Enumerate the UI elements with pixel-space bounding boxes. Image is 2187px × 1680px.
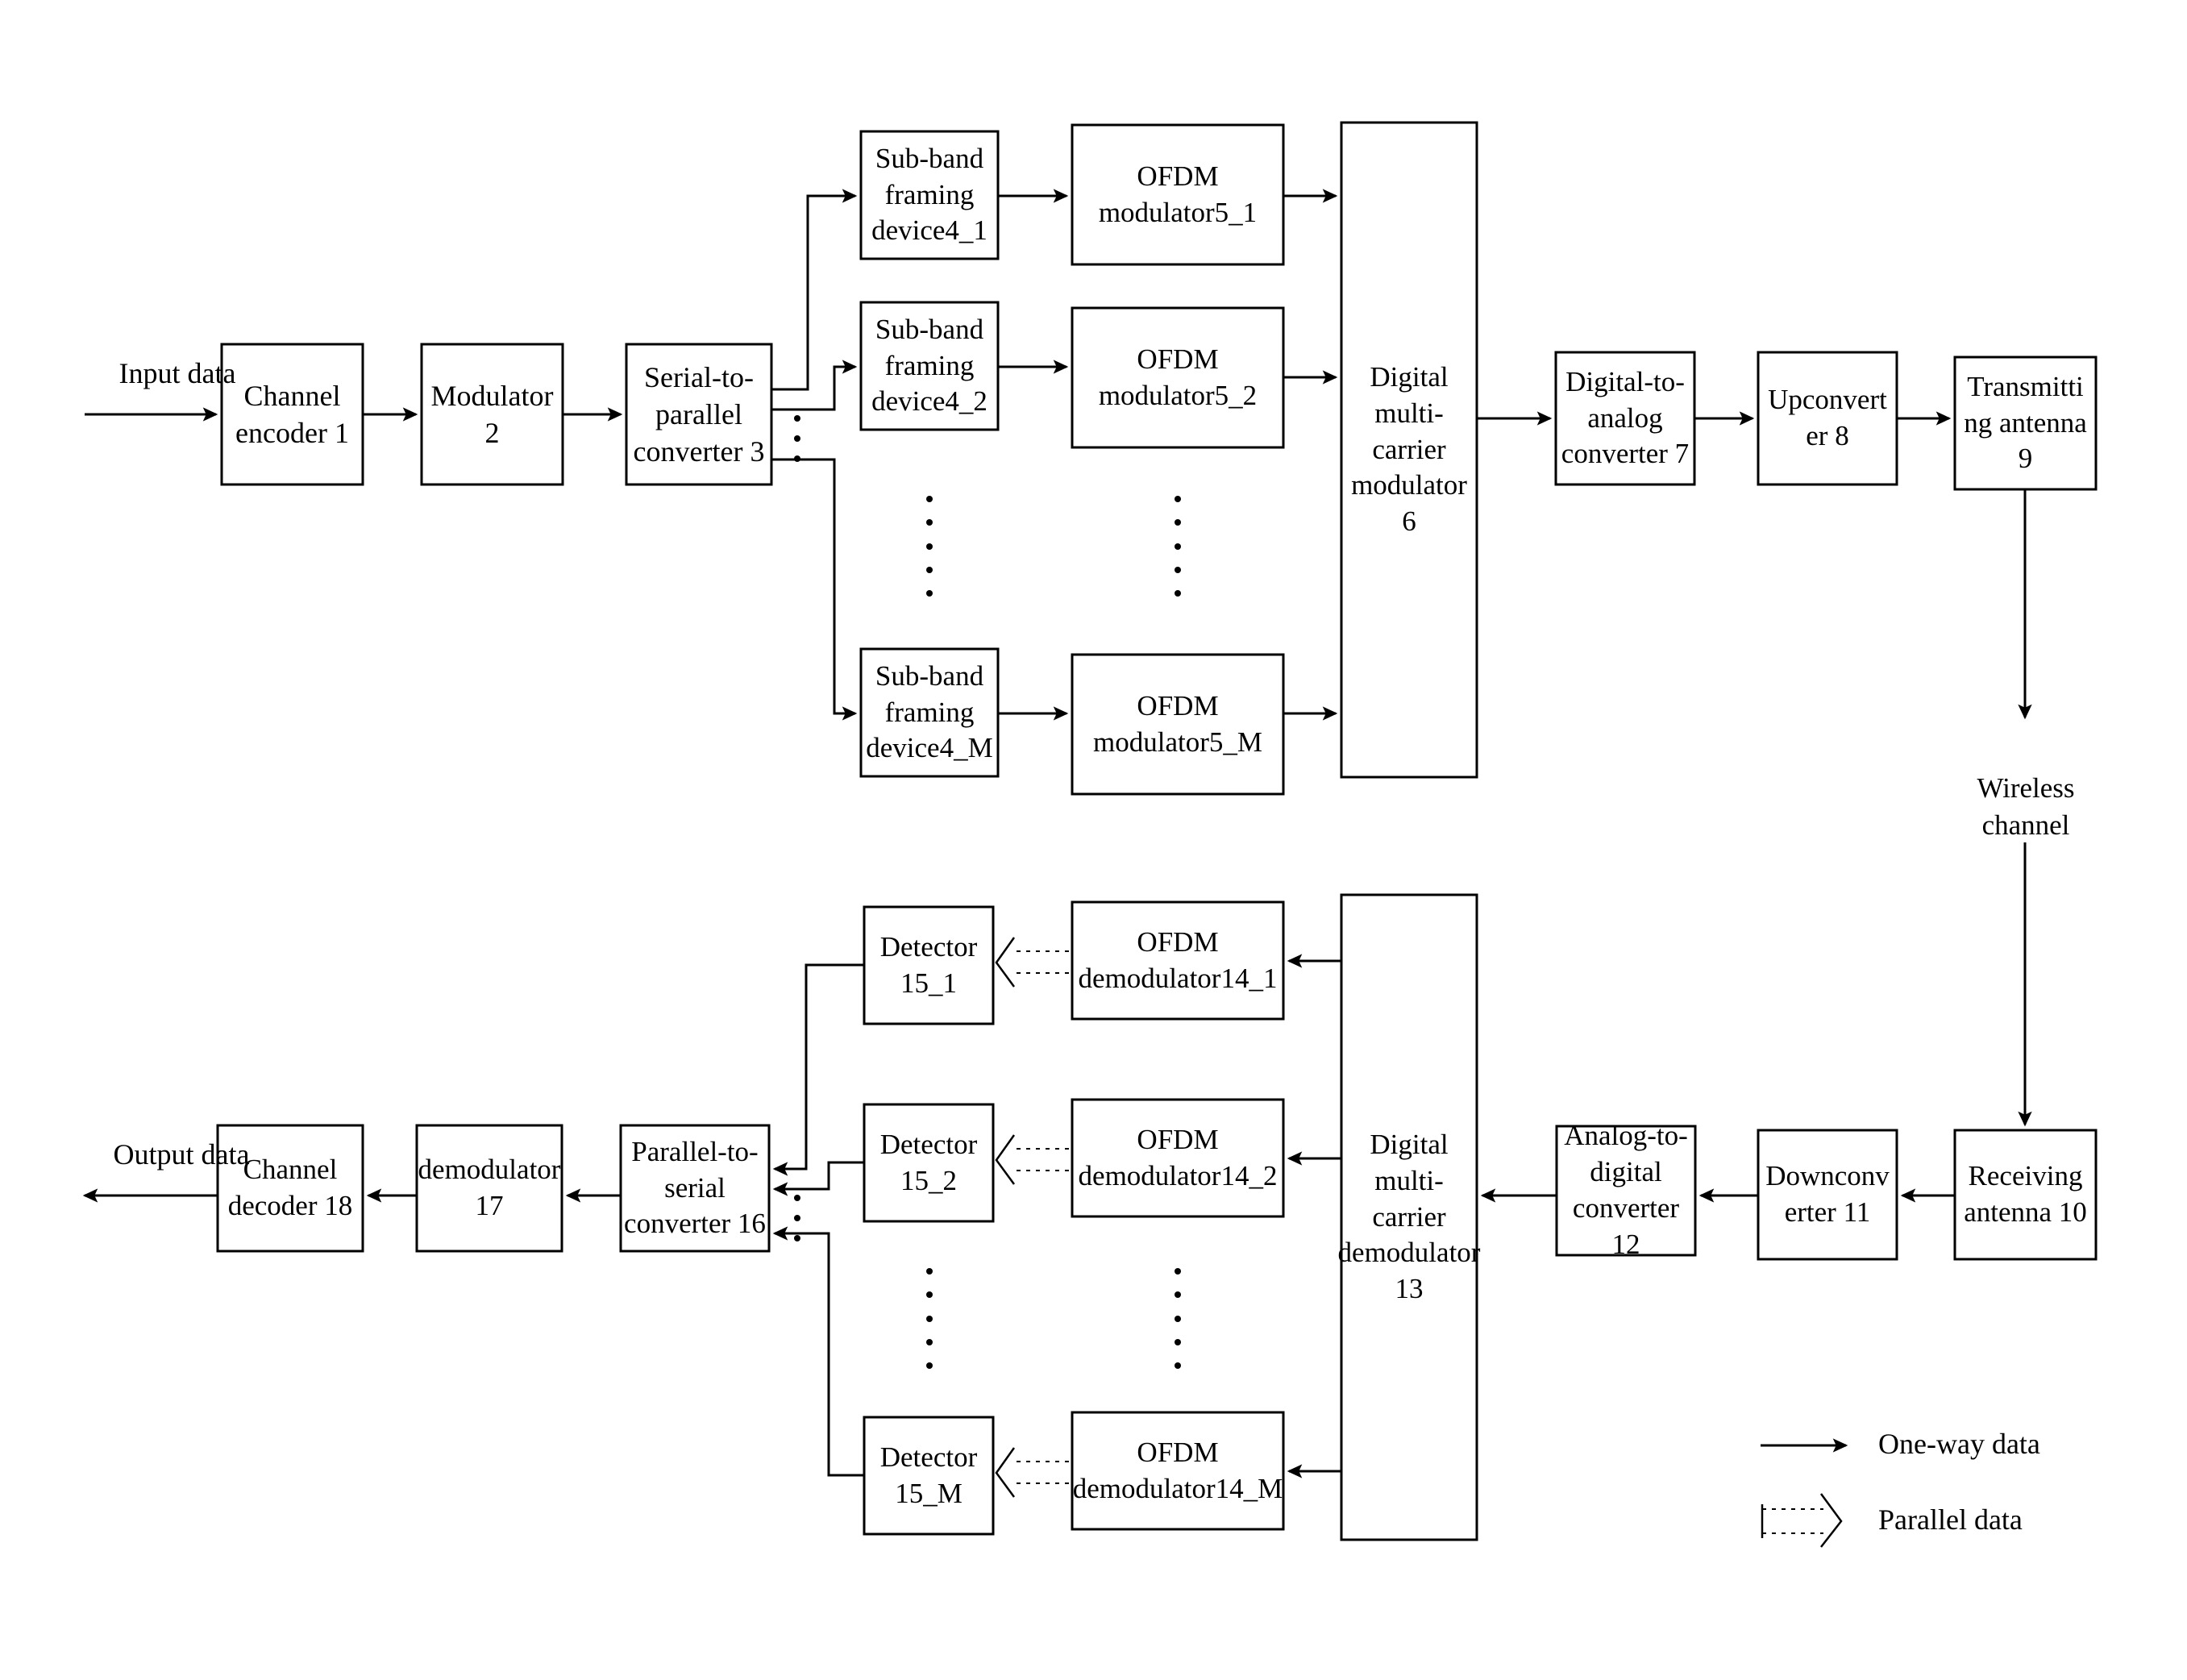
ellipsis-subband-column	[925, 496, 933, 597]
legend-one-way-data-label: One-way data	[1878, 1428, 2040, 1460]
box-sub-band-framing-device-4-1	[859, 130, 1000, 260]
box-outline-layer	[216, 121, 2098, 1541]
box-ofdm-demodulator-14-1	[1071, 900, 1285, 1021]
box-digital-multi-carrier-demodulator-13	[1340, 893, 1478, 1541]
box-receiving-antenna-10	[1953, 1129, 2098, 1261]
box-detector-15-2	[863, 1103, 995, 1223]
box-ofdm-demodulator-14-2	[1071, 1098, 1285, 1218]
wireless-channel-label: Wireless channel	[1977, 772, 2075, 841]
box-digital-multi-carrier-modulator-6	[1340, 121, 1478, 779]
box-demodulator-17	[415, 1124, 563, 1253]
ellipsis-detector-column	[925, 1268, 933, 1369]
box-analog-to-digital-converter-12	[1555, 1125, 1697, 1257]
block-diagram: Channel encoder 1 Modulator 2 Serial-to-para…	[0, 0, 2187, 1680]
box-parallel-to-serial-converter-16	[619, 1124, 771, 1253]
box-detector-15-m	[863, 1416, 995, 1536]
box-ofdm-modulator-5-2	[1071, 306, 1285, 449]
ellipsis-ofdm-modulator-column	[1174, 496, 1182, 597]
box-serial-to-parallel-converter-3	[625, 343, 773, 486]
box-sub-band-framing-device-4-2	[859, 301, 1000, 431]
box-ofdm-demodulator-14-m	[1071, 1411, 1285, 1531]
box-ofdm-modulator-5-m	[1071, 653, 1285, 796]
legend-parallel-data-label: Parallel data	[1878, 1503, 2023, 1536]
ellipsis-p2s-inputs	[793, 1195, 801, 1241]
output-data-label: Output data	[113, 1138, 250, 1171]
ellipsis-ofdm-demodulator-column	[1174, 1268, 1182, 1369]
ellipsis-s2p-outputs	[793, 415, 801, 462]
box-downconverter-11	[1757, 1129, 1898, 1261]
box-digital-to-analog-converter-7	[1554, 351, 1696, 486]
box-ofdm-modulator-5-1	[1071, 123, 1285, 266]
box-sub-band-framing-device-4-m	[859, 647, 1000, 778]
box-upconverter-8	[1757, 351, 1898, 486]
box-modulator-2	[420, 343, 564, 486]
input-data-label: Input data	[118, 357, 236, 389]
box-transmitting-antenna-9	[1953, 356, 2098, 491]
box-detector-15-1	[863, 905, 995, 1025]
